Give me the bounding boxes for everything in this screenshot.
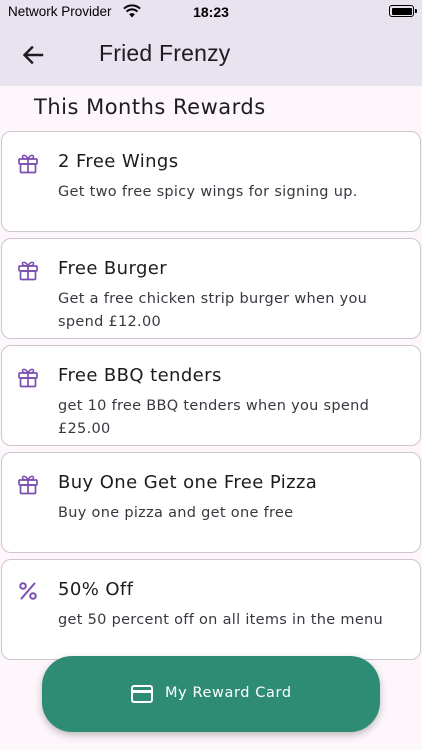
reward-description: Get a free chicken strip burger when you… — [58, 291, 368, 330]
battery-icon — [389, 5, 417, 17]
gift-icon — [18, 475, 38, 495]
gift-icon — [18, 368, 38, 388]
reward-description: Buy one pizza and get one free — [58, 505, 294, 521]
reward-description: Get two free spicy wings for signing up. — [58, 184, 358, 200]
reward-title: 50% Off — [58, 579, 134, 600]
status-bar: Network Provider 18:23 — [0, 0, 422, 24]
percent-icon — [19, 582, 37, 600]
section-title: This Months Rewards — [34, 95, 266, 119]
reward-title: 2 Free Wings — [58, 151, 179, 172]
reward-title: Buy One Get one Free Pizza — [58, 472, 318, 493]
arrow-back-icon[interactable] — [18, 40, 48, 70]
reward-card[interactable]: 50% Off get 50 percent off on all items … — [1, 559, 421, 660]
my-reward-card-button[interactable]: My Reward Card — [42, 656, 380, 732]
reward-description: get 50 percent off on all items in the m… — [58, 612, 384, 628]
page-title: Fried Frenzy — [99, 40, 231, 66]
gift-icon — [18, 261, 38, 281]
reward-card[interactable]: Free BBQ tenders get 10 free BBQ tenders… — [1, 345, 421, 446]
credit-card-icon — [131, 685, 153, 703]
gift-icon — [18, 154, 38, 174]
reward-description: get 10 free BBQ tenders when you spend £… — [58, 398, 370, 437]
reward-card[interactable]: Buy One Get one Free Pizza Buy one pizza… — [1, 452, 421, 553]
fab-label: My Reward Card — [165, 685, 292, 701]
reward-card[interactable]: Free Burger Get a free chicken strip bur… — [1, 238, 421, 339]
reward-title: Free Burger — [58, 258, 168, 279]
clock: 18:23 — [193, 4, 229, 20]
app-bar: Network Provider 18:23 Fried Frenzy — [0, 0, 422, 86]
reward-card[interactable]: 2 Free Wings Get two free spicy wings fo… — [1, 131, 421, 232]
reward-title: Free BBQ tenders — [58, 365, 222, 386]
